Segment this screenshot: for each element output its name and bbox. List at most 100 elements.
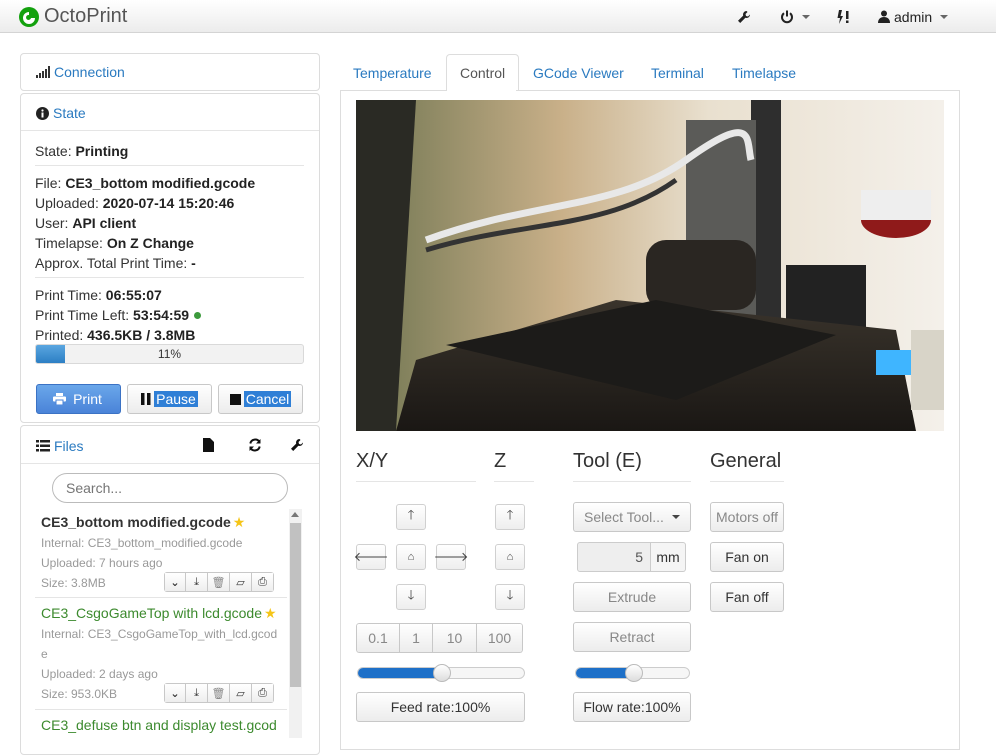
tab-control[interactable]: Control bbox=[446, 54, 520, 91]
download-button[interactable]: ⤓ bbox=[186, 572, 208, 592]
file-details-button[interactable]: ⌄ bbox=[164, 572, 186, 592]
wrench-icon bbox=[738, 10, 750, 23]
files-scrollbar[interactable] bbox=[289, 509, 302, 738]
jog-y-plus-button[interactable]: 🡑 bbox=[396, 504, 426, 530]
slider-handle[interactable] bbox=[625, 664, 643, 682]
file-internal-wrap: e bbox=[41, 647, 48, 661]
file-name: CE3_CsgoGameTop with lcd.gcode ★ bbox=[41, 605, 277, 622]
home-icon: ⌂ bbox=[506, 551, 514, 563]
file-size: Size: 3.8MB bbox=[41, 576, 106, 590]
timelapse-value: On Z Change bbox=[106, 235, 194, 251]
bolt-exclamation-icon bbox=[837, 9, 849, 24]
jog-z-minus-button[interactable]: 🡓 bbox=[495, 584, 525, 610]
file-size: Size: 953.0KB bbox=[41, 687, 118, 701]
info-circle-icon bbox=[36, 106, 49, 120]
upload-file-button[interactable] bbox=[203, 438, 214, 455]
step-0-1-button[interactable]: 0.1 bbox=[356, 623, 400, 653]
files-settings-button[interactable] bbox=[290, 438, 304, 455]
user-label: User: bbox=[35, 215, 73, 231]
state-header[interactable]: State bbox=[36, 105, 86, 121]
pause-button-label: Pause bbox=[154, 391, 198, 407]
list-icon bbox=[36, 440, 50, 452]
timelapse-row: Timelapse: On Z Change bbox=[35, 233, 194, 253]
jog-z-plus-button[interactable]: 🡑 bbox=[495, 504, 525, 530]
connection-panel: Connection bbox=[20, 53, 320, 91]
file-internal: Internal: CE3_bottom_modified.gcode bbox=[41, 536, 243, 550]
stop-icon bbox=[229, 393, 241, 405]
print-time-label: Print Time: bbox=[35, 287, 106, 303]
xy-section-title: X/Y bbox=[356, 450, 389, 472]
username: admin bbox=[894, 8, 933, 25]
extrude-button[interactable]: Extrude bbox=[573, 582, 691, 612]
slider-handle[interactable] bbox=[433, 664, 451, 682]
trash-icon: 🗑 bbox=[211, 687, 226, 700]
delete-button[interactable]: 🗑 bbox=[208, 683, 230, 703]
print-button-label: Print bbox=[73, 391, 102, 407]
tab-terminal[interactable]: Terminal bbox=[638, 54, 717, 91]
home-xy-button[interactable]: ⌂ bbox=[396, 544, 426, 570]
file-name: CE3_bottom modified.gcode ★ bbox=[41, 514, 245, 531]
fan-on-button[interactable]: Fan on bbox=[710, 542, 784, 572]
tab-gcode-viewer[interactable]: GCode Viewer bbox=[520, 54, 637, 91]
file-list-item[interactable]: CE3_CsgoGameTop with lcd.gcode ★ Internal… bbox=[35, 599, 287, 707]
z-section-title: Z bbox=[494, 450, 507, 472]
files-header[interactable]: Files bbox=[36, 438, 84, 454]
step-100-button[interactable]: 100 bbox=[477, 623, 523, 653]
motors-off-button[interactable]: Motors off bbox=[710, 502, 784, 532]
file-name-text: CE3_bottom modified.gcode bbox=[41, 514, 231, 530]
files-search-input[interactable] bbox=[52, 473, 288, 503]
file-list-item[interactable]: CE3_bottom modified.gcode ★ Internal: CE3… bbox=[35, 509, 287, 597]
load-button[interactable]: ▱ bbox=[230, 572, 252, 592]
brand[interactable]: OctoPrint bbox=[18, 0, 127, 33]
delete-button[interactable]: 🗑 bbox=[208, 572, 230, 592]
fan-off-label: Fan off bbox=[725, 589, 769, 605]
extrude-amount-input[interactable]: 5 bbox=[577, 542, 651, 572]
step-1-button[interactable]: 1 bbox=[400, 623, 433, 653]
navbar: OctoPrint admin bbox=[0, 0, 996, 33]
chevron-down-icon: ⌄ bbox=[170, 687, 180, 700]
jog-x-minus-button[interactable]: 🡐 bbox=[354, 544, 388, 570]
tab-label: Control bbox=[460, 64, 506, 81]
printer-icon: ⎙ bbox=[258, 686, 267, 699]
jog-y-minus-button[interactable]: 🡓 bbox=[396, 584, 426, 610]
time-left-row: Print Time Left: 53:54:59 bbox=[35, 305, 202, 325]
time-left-label: Print Time Left: bbox=[35, 307, 134, 323]
file-details-button[interactable]: ⌄ bbox=[164, 683, 186, 703]
file-uploaded: Uploaded: 2 days ago bbox=[41, 667, 158, 681]
load-and-print-button[interactable]: ⎙ bbox=[252, 572, 274, 592]
jog-x-plus-button[interactable]: 🡒 bbox=[434, 544, 468, 570]
scroll-up-arrow-icon[interactable] bbox=[291, 512, 299, 517]
printer-icon: ⎙ bbox=[258, 575, 267, 588]
load-and-print-button[interactable]: ⎙ bbox=[252, 683, 274, 703]
fan-off-button[interactable]: Fan off bbox=[710, 582, 784, 612]
extrude-unit: mm bbox=[651, 542, 686, 572]
user-menu[interactable]: admin bbox=[878, 0, 949, 33]
feed-rate-button[interactable]: Feed rate:100% bbox=[356, 692, 525, 722]
step-10-button[interactable]: 10 bbox=[433, 623, 477, 653]
scrollbar-thumb[interactable] bbox=[290, 523, 301, 687]
tab-temperature[interactable]: Temperature bbox=[340, 54, 445, 91]
load-button[interactable]: ▱ bbox=[230, 683, 252, 703]
refresh-files-button[interactable] bbox=[248, 438, 262, 455]
select-tool-dropdown[interactable]: Select Tool... bbox=[573, 502, 691, 532]
print-button[interactable]: Print bbox=[36, 384, 121, 414]
system-power-menu[interactable] bbox=[780, 0, 810, 33]
home-z-button[interactable]: ⌂ bbox=[495, 544, 525, 570]
connection-title: Connection bbox=[54, 64, 125, 80]
announcements-button[interactable] bbox=[836, 0, 850, 33]
cancel-button[interactable]: Cancel bbox=[218, 384, 303, 414]
step-label: 1 bbox=[412, 630, 420, 646]
tab-timelapse[interactable]: Timelapse bbox=[719, 54, 809, 91]
printed-label: Printed: bbox=[35, 327, 88, 343]
file-list-item[interactable]: CE3_defuse btn and display test.gcod bbox=[35, 711, 287, 738]
connection-header[interactable]: Connection bbox=[36, 64, 125, 80]
download-button[interactable]: ⤓ bbox=[186, 683, 208, 703]
timelapse-label: Timelapse: bbox=[35, 235, 107, 251]
settings-wrench-button[interactable] bbox=[737, 0, 751, 33]
pause-button[interactable]: Pause bbox=[127, 384, 212, 414]
feed-rate-slider[interactable] bbox=[357, 664, 525, 682]
flow-rate-button[interactable]: Flow rate:100% bbox=[573, 692, 691, 722]
retract-button[interactable]: Retract bbox=[573, 622, 691, 652]
step-label: 10 bbox=[446, 630, 463, 646]
flow-rate-slider[interactable] bbox=[575, 664, 690, 682]
